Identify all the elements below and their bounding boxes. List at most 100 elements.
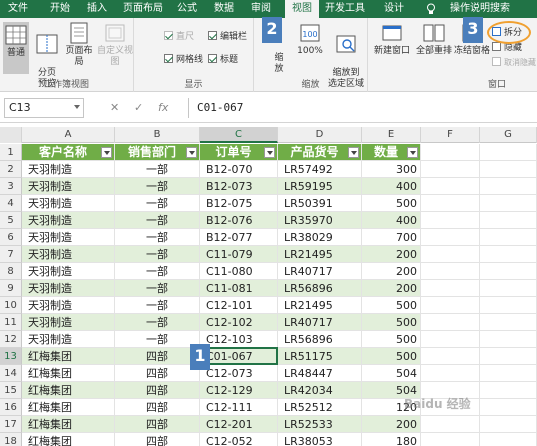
table-cell[interactable]: C12-129 — [200, 382, 278, 399]
empty-cell[interactable] — [421, 348, 480, 365]
table-cell[interactable]: 500 — [362, 195, 421, 212]
table-cell[interactable]: 红梅集团 — [22, 365, 115, 382]
filter-dropdown-icon[interactable] — [348, 147, 359, 158]
table-cell[interactable]: LR42034 — [278, 382, 362, 399]
empty-cell[interactable] — [480, 399, 537, 416]
column-header-f[interactable]: F — [421, 127, 480, 143]
empty-cell[interactable] — [480, 161, 537, 178]
cancel-icon[interactable]: ✕ — [110, 98, 119, 118]
table-cell[interactable]: 200 — [362, 246, 421, 263]
table-header-cell[interactable]: 数量 — [362, 144, 421, 161]
select-all-corner[interactable] — [0, 127, 22, 143]
table-cell[interactable]: LR56896 — [278, 331, 362, 348]
table-cell[interactable]: C11-079 — [200, 246, 278, 263]
empty-cell[interactable] — [480, 297, 537, 314]
table-cell[interactable]: 一部 — [115, 314, 200, 331]
table-cell[interactable]: B12-073 — [200, 178, 278, 195]
row-header-9[interactable]: 9 — [0, 280, 22, 297]
table-cell[interactable]: 一部 — [115, 297, 200, 314]
table-cell[interactable]: 400 — [362, 178, 421, 195]
table-cell[interactable]: C12-073 — [200, 365, 278, 382]
empty-cell[interactable] — [480, 195, 537, 212]
table-cell[interactable]: 700 — [362, 229, 421, 246]
table-cell[interactable]: 500 — [362, 297, 421, 314]
column-header-g[interactable]: G — [480, 127, 537, 143]
table-cell[interactable]: B12-070 — [200, 161, 278, 178]
table-cell[interactable]: 天羽制造 — [22, 195, 115, 212]
formula-input[interactable]: C01-067 — [188, 98, 533, 118]
name-box-dropdown-icon[interactable] — [74, 105, 80, 109]
empty-cell[interactable] — [480, 212, 537, 229]
table-cell[interactable]: 一部 — [115, 280, 200, 297]
table-cell[interactable]: C12-052 — [200, 433, 278, 446]
table-cell[interactable]: 四部 — [115, 348, 200, 365]
table-cell[interactable]: LR21495 — [278, 297, 362, 314]
table-header-cell[interactable]: 产品货号 — [278, 144, 362, 161]
table-cell[interactable]: 一部 — [115, 195, 200, 212]
gridlines-checkbox[interactable]: 网格线 — [164, 54, 203, 66]
table-cell[interactable]: B12-077 — [200, 229, 278, 246]
table-cell[interactable]: 300 — [362, 161, 421, 178]
table-cell[interactable]: LR21495 — [278, 246, 362, 263]
table-cell[interactable]: 天羽制造 — [22, 263, 115, 280]
empty-cell[interactable] — [480, 263, 537, 280]
row-header-13[interactable]: 13 — [0, 348, 22, 365]
zoom-100-button[interactable]: 100 100% — [296, 22, 324, 57]
table-header-cell[interactable]: 订单号 — [200, 144, 278, 161]
table-cell[interactable]: 一部 — [115, 212, 200, 229]
empty-cell[interactable] — [421, 178, 480, 195]
row-header-14[interactable]: 14 — [0, 365, 22, 382]
row-header-5[interactable]: 5 — [0, 212, 22, 229]
empty-cell[interactable] — [421, 263, 480, 280]
empty-cell[interactable] — [480, 416, 537, 433]
table-cell[interactable]: B12-075 — [200, 195, 278, 212]
row-header-10[interactable]: 10 — [0, 297, 22, 314]
empty-cell[interactable] — [480, 314, 537, 331]
table-cell[interactable]: 四部 — [115, 382, 200, 399]
empty-cell[interactable] — [480, 178, 537, 195]
table-cell[interactable]: C12-201 — [200, 416, 278, 433]
arrange-all-button[interactable]: 全部重排 — [414, 22, 454, 57]
tab-page-layout[interactable]: 页面布局 — [120, 0, 166, 18]
row-header-3[interactable]: 3 — [0, 178, 22, 195]
empty-cell[interactable] — [480, 144, 537, 161]
tab-view[interactable]: 视图 — [285, 0, 319, 18]
empty-cell[interactable] — [480, 382, 537, 399]
table-cell[interactable]: C12-102 — [200, 314, 278, 331]
tab-design[interactable]: 设计 — [380, 0, 408, 18]
fx-icon[interactable]: fx — [158, 98, 168, 118]
filter-dropdown-icon[interactable] — [101, 147, 112, 158]
table-cell[interactable]: 红梅集团 — [22, 416, 115, 433]
column-header-d[interactable]: D — [278, 127, 362, 143]
empty-cell[interactable] — [421, 433, 480, 446]
table-cell[interactable]: LR59195 — [278, 178, 362, 195]
table-cell[interactable]: LR57492 — [278, 161, 362, 178]
empty-cell[interactable] — [480, 280, 537, 297]
table-cell[interactable]: LR51175 — [278, 348, 362, 365]
name-box[interactable]: C13 — [4, 98, 84, 118]
empty-cell[interactable] — [480, 229, 537, 246]
row-header-12[interactable]: 12 — [0, 331, 22, 348]
empty-cell[interactable] — [421, 195, 480, 212]
page-layout-view-button[interactable]: 页面布局 — [62, 22, 96, 68]
filter-dropdown-icon[interactable] — [264, 147, 275, 158]
table-cell[interactable]: 500 — [362, 331, 421, 348]
row-header-1[interactable]: 1 — [0, 144, 22, 161]
table-cell[interactable]: 四部 — [115, 365, 200, 382]
table-cell[interactable]: 天羽制造 — [22, 161, 115, 178]
tell-me-search[interactable]: 操作说明搜索 — [440, 0, 520, 18]
row-header-11[interactable]: 11 — [0, 314, 22, 331]
enter-icon[interactable]: ✓ — [134, 98, 143, 118]
column-header-b[interactable]: B — [115, 127, 200, 143]
tab-formulas[interactable]: 公式 — [173, 0, 201, 18]
empty-cell[interactable] — [421, 416, 480, 433]
empty-cell[interactable] — [480, 348, 537, 365]
table-cell[interactable]: 天羽制造 — [22, 229, 115, 246]
empty-cell[interactable] — [421, 144, 480, 161]
normal-view-button[interactable]: 普通 — [3, 22, 29, 74]
table-cell[interactable]: 四部 — [115, 416, 200, 433]
table-cell[interactable]: LR52512 — [278, 399, 362, 416]
table-cell[interactable]: 一部 — [115, 178, 200, 195]
column-header-c[interactable]: C — [200, 127, 278, 143]
filter-dropdown-icon[interactable] — [186, 147, 197, 158]
